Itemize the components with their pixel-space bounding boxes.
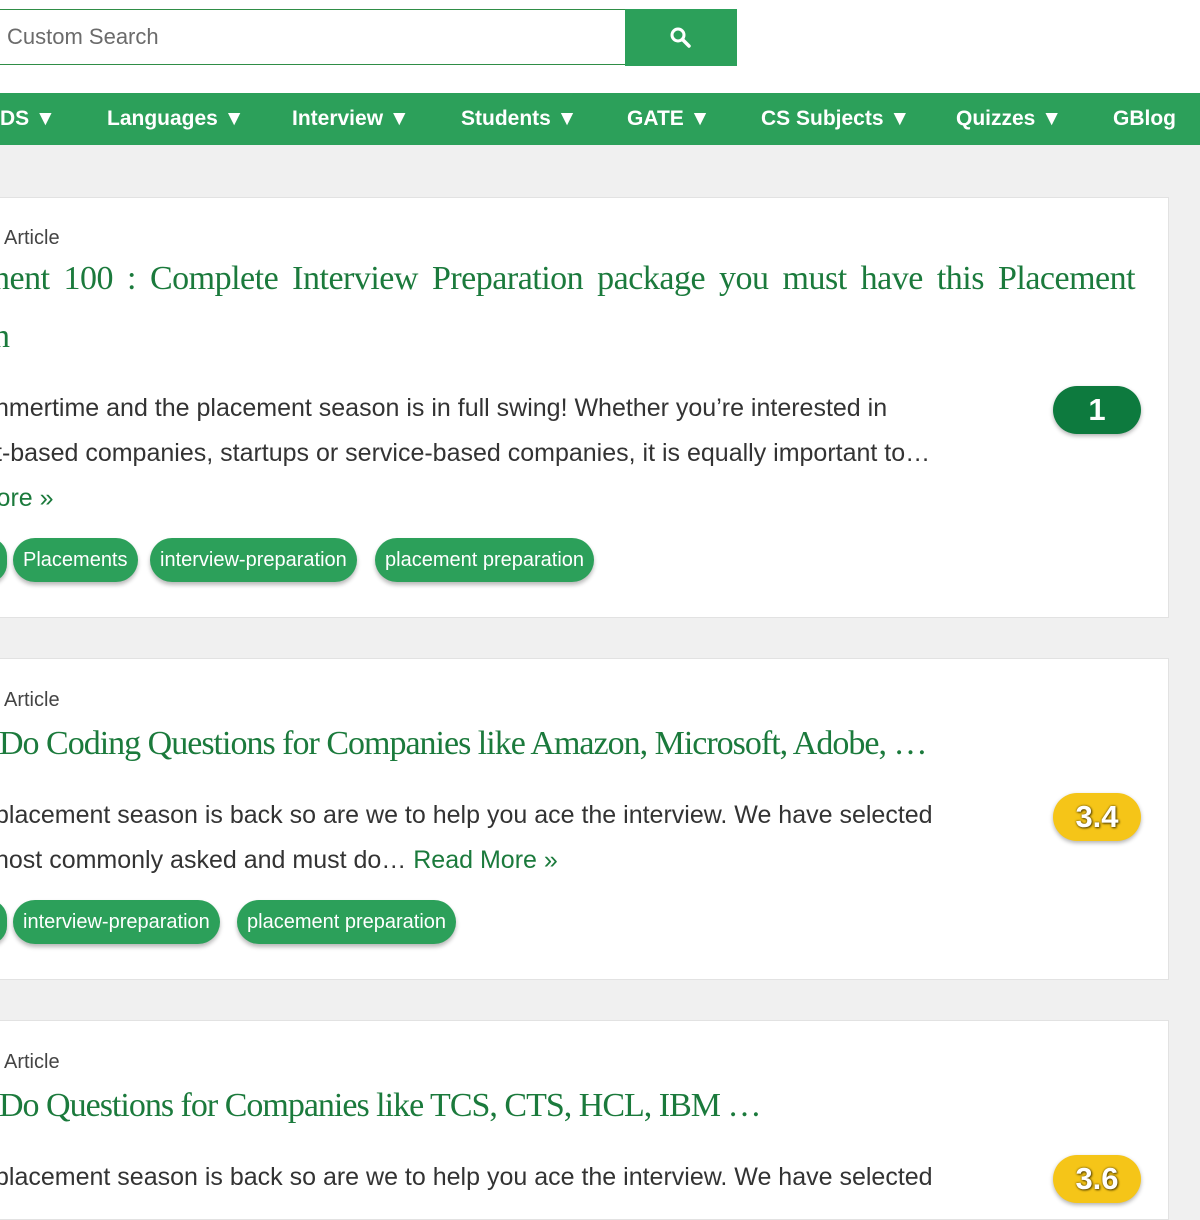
difficulty-rating-badge: 3.4 (1053, 793, 1141, 841)
article-type-label: Article (4, 1051, 60, 1073)
article-excerpt-line: nost commonly asked and must do… Read Mo… (0, 846, 558, 875)
search-input[interactable] (0, 9, 625, 65)
tag-chip[interactable]: placement preparation (375, 538, 595, 582)
nav-item-languages[interactable]: Languages ▼ (107, 93, 244, 145)
tag-chip[interactable]: placement preparation (237, 900, 457, 944)
read-more-link[interactable]: Read More » (413, 846, 558, 874)
nav-item-gblog[interactable]: GBlog (1113, 93, 1176, 145)
article-type-label: Article (4, 227, 60, 249)
nav-item-interview[interactable]: Interview ▼ (292, 93, 410, 145)
tag-chip[interactable] (0, 900, 7, 944)
tag-chip[interactable]: interview-preparation (150, 538, 357, 582)
article-title-continued[interactable]: n (0, 318, 10, 356)
article-card: Article Do Questions for Companies like … (0, 1020, 1169, 1220)
article-card: Article Do Coding Questions for Companie… (0, 658, 1169, 980)
article-type-label: Article (4, 689, 60, 711)
nav-item-quizzes[interactable]: Quizzes ▼ (956, 93, 1062, 145)
article-excerpt-line: nmertime and the placement season is in … (0, 394, 888, 422)
article-excerpt-line: placement season is back so are we to he… (0, 801, 933, 829)
nav-item-ds[interactable]: DS ▼ (0, 93, 56, 145)
article-title[interactable]: Do Questions for Companies like TCS, CTS… (0, 1087, 761, 1125)
article-excerpt-line: placement season is back so are we to he… (0, 1163, 933, 1191)
article-card: Article nent 100 : Complete Interview Pr… (0, 197, 1169, 618)
difficulty-rating-badge: 1 (1053, 386, 1141, 434)
tag-chip[interactable]: Placements (13, 538, 138, 582)
nav-item-cs-subjects[interactable]: CS Subjects ▼ (761, 93, 910, 145)
difficulty-rating-badge: 3.6 (1053, 1155, 1141, 1203)
search-icon (670, 27, 691, 48)
tag-chip[interactable] (0, 538, 7, 582)
read-more-link[interactable]: lore » (0, 484, 54, 513)
tag-chip[interactable]: interview-preparation (13, 900, 220, 944)
top-bar (0, 0, 1200, 93)
article-excerpt-line: t-based companies, startups or service-b… (0, 439, 931, 467)
main-nav: DS ▼ Languages ▼ Interview ▼ Students ▼ … (0, 93, 1200, 145)
nav-item-students[interactable]: Students ▼ (461, 93, 577, 145)
search-button[interactable] (625, 9, 737, 66)
article-excerpt-text: nost commonly asked and must do… (0, 846, 414, 874)
article-title[interactable]: Do Coding Questions for Companies like A… (0, 725, 927, 763)
nav-item-gate[interactable]: GATE ▼ (627, 93, 710, 145)
article-title[interactable]: nent 100 : Complete Interview Preparatio… (0, 260, 1136, 298)
